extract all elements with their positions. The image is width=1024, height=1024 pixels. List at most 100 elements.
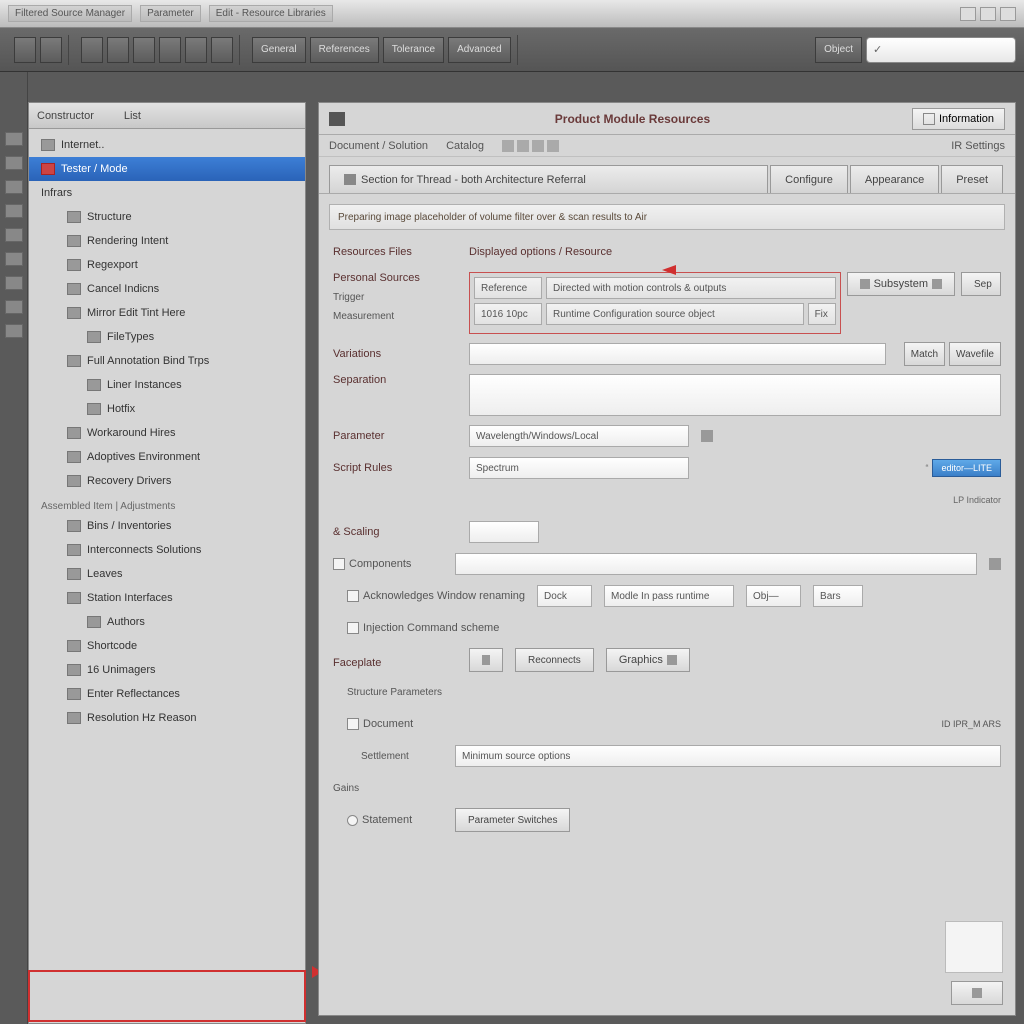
tree-item[interactable]: Leaves	[29, 562, 305, 586]
tree-item[interactable]: Enter Reflectances	[29, 682, 305, 706]
ellipsis-icon[interactable]	[701, 430, 713, 442]
rail-icon[interactable]	[5, 156, 23, 170]
tree-item[interactable]: Rendering Intent	[29, 229, 305, 253]
toolbar-general-button[interactable]: General	[252, 37, 306, 63]
rail-icon[interactable]	[5, 132, 23, 146]
tree-item[interactable]: Shortcode	[29, 634, 305, 658]
toolbar-advanced-button[interactable]: Advanced	[448, 37, 510, 63]
toolbar-icon[interactable]	[14, 37, 36, 63]
search-input[interactable]: ✓	[866, 37, 1016, 63]
tree-item[interactable]: Bins / Inventories	[29, 514, 305, 538]
checkbox[interactable]	[333, 558, 345, 570]
sh-icon[interactable]	[547, 140, 559, 152]
toolbar-object-button[interactable]: Object	[815, 37, 862, 63]
minimize-icon[interactable]	[960, 7, 976, 21]
toolbar-icon[interactable]	[185, 37, 207, 63]
tree-item[interactable]: Interconnects Solutions	[29, 538, 305, 562]
tree-item[interactable]: Full Annotation Bind Trps	[29, 349, 305, 373]
rail-icon[interactable]	[5, 252, 23, 266]
tree-item[interactable]: Cancel Indicns	[29, 277, 305, 301]
cell-reference[interactable]: Reference	[474, 277, 542, 299]
rail-icon[interactable]	[5, 276, 23, 290]
tree-item[interactable]: Station Interfaces	[29, 586, 305, 610]
tree-item-selected[interactable]: Tester / Mode	[29, 157, 305, 181]
sidebar-header-tab[interactable]: List	[124, 110, 141, 122]
rail-icon[interactable]	[5, 204, 23, 218]
cell-code[interactable]: 1016 10pc	[474, 303, 542, 325]
graphics-button[interactable]: Graphics	[606, 648, 690, 672]
variations-input[interactable]	[469, 343, 886, 365]
label-settlement: Settlement	[333, 751, 443, 762]
toolbar-icon[interactable]	[211, 37, 233, 63]
subsystem-button[interactable]: Subsystem	[847, 272, 955, 296]
bars-field[interactable]: Bars	[813, 585, 863, 607]
rail-icon[interactable]	[5, 180, 23, 194]
rail-icon[interactable]	[5, 300, 23, 314]
toolbar-icon[interactable]	[40, 37, 62, 63]
tree-item[interactable]: Structure	[29, 205, 305, 229]
module-field[interactable]: Modle In pass runtime	[604, 585, 734, 607]
wavefile-button[interactable]: Wavefile	[949, 342, 1001, 366]
tree-label: Station Interfaces	[87, 592, 173, 604]
maximize-icon[interactable]	[980, 7, 996, 21]
reconnects-button[interactable]: Reconnects	[515, 648, 594, 672]
tree-item[interactable]: Workaround Hires	[29, 421, 305, 445]
faceplate-add-button[interactable]	[469, 648, 503, 672]
checkbox-injection[interactable]: Injection Command scheme	[333, 622, 499, 634]
match-button[interactable]: Match	[904, 342, 945, 366]
tree-item[interactable]: Adoptives Environment	[29, 445, 305, 469]
radio[interactable]	[347, 815, 358, 826]
dock-field[interactable]: Dock	[537, 585, 592, 607]
toolbar-icon[interactable]	[81, 37, 103, 63]
param-switches-button[interactable]: Parameter Switches	[455, 808, 570, 832]
tree-item[interactable]: FileTypes	[29, 325, 305, 349]
tree-label: FileTypes	[107, 331, 154, 343]
tree-item[interactable]: 16 Unimagers	[29, 658, 305, 682]
tree-item[interactable]: Authors	[29, 610, 305, 634]
checkbox-ack[interactable]: Acknowledges Window renaming	[333, 590, 525, 602]
tab-appearance[interactable]: Appearance	[850, 165, 939, 193]
settlement-input[interactable]: Minimum source options	[455, 745, 1001, 767]
apply-button[interactable]	[951, 981, 1003, 1005]
sh-icon[interactable]	[532, 140, 544, 152]
toolbar-icon[interactable]	[107, 37, 129, 63]
expand-icon[interactable]	[989, 558, 1001, 570]
components-input[interactable]	[455, 553, 977, 575]
checkbox[interactable]	[347, 718, 359, 730]
tab-preset[interactable]: Preset	[941, 165, 1003, 193]
script-input[interactable]: Spectrum	[469, 457, 689, 479]
tab-configure[interactable]: Configure	[770, 165, 848, 193]
tree-item[interactable]: Infrars	[29, 181, 305, 205]
toolbar-icon[interactable]	[159, 37, 181, 63]
separation-input[interactable]	[469, 374, 1001, 416]
scaling-input[interactable]	[469, 521, 539, 543]
sh-icon[interactable]	[517, 140, 529, 152]
editor-badge[interactable]: editor—LITE	[932, 459, 1001, 477]
checkbox[interactable]	[347, 622, 359, 634]
tree-item[interactable]: Mirror Edit Tint Here	[29, 301, 305, 325]
tab-section[interactable]: Section for Thread - both Architecture R…	[329, 165, 768, 193]
parameter-input[interactable]: Wavelength/Windows/Local	[469, 425, 689, 447]
obj-field[interactable]: Obj—	[746, 585, 801, 607]
tree-item[interactable]: Recovery Drivers	[29, 469, 305, 493]
tree-item[interactable]: Liner Instances	[29, 373, 305, 397]
toolbar-references-button[interactable]: References	[310, 37, 379, 63]
close-icon[interactable]	[1000, 7, 1016, 21]
information-button[interactable]: Information	[912, 108, 1005, 130]
tree-item[interactable]: Resolution Hz Reason	[29, 706, 305, 730]
tree-item[interactable]: Regexport	[29, 253, 305, 277]
tree-item[interactable]: Internet..	[29, 133, 305, 157]
cell-fix[interactable]: Fix	[808, 303, 836, 325]
tree-item[interactable]: Hotfix	[29, 397, 305, 421]
rail-icon[interactable]	[5, 324, 23, 338]
radio-statement[interactable]: Statement	[333, 814, 443, 826]
sidebar-header-tab[interactable]: Constructor	[37, 110, 94, 122]
sep-button[interactable]: Sep	[961, 272, 1001, 296]
rail-icon[interactable]	[5, 228, 23, 242]
toolbar-tolerance-button[interactable]: Tolerance	[383, 37, 444, 63]
sh-icon[interactable]	[502, 140, 514, 152]
tree-label: 16 Unimagers	[87, 664, 155, 676]
checkbox[interactable]	[347, 590, 359, 602]
toolbar-icon[interactable]	[133, 37, 155, 63]
left-rail	[0, 72, 28, 1024]
